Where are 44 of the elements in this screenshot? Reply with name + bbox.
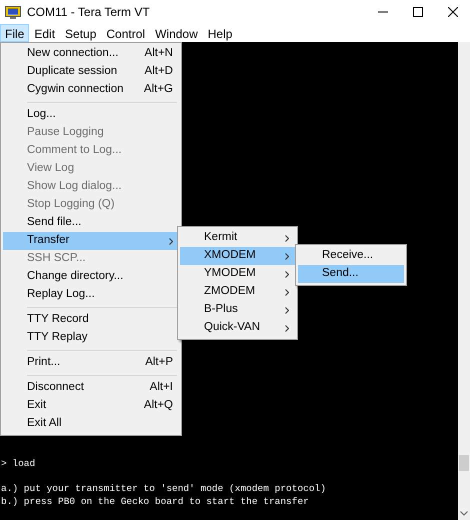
menu-bar-item[interactable]: File [0, 24, 30, 42]
menu-item[interactable]: Log... [3, 106, 179, 124]
shortcut-text: Alt+G [142, 82, 173, 98]
close-icon [448, 7, 458, 17]
menu-bar-item[interactable]: Window [150, 24, 203, 42]
menu-item[interactable]: Send file... [3, 214, 179, 232]
menu-item[interactable]: Exit All [3, 415, 179, 433]
menu-bar-item[interactable]: Setup [60, 24, 102, 42]
menu-item[interactable]: B-Plus [180, 301, 295, 319]
window-title: COM11 - Tera Term VT [27, 4, 150, 21]
app-icon [5, 6, 21, 18]
menu-item[interactable]: Quick-VAN [180, 319, 295, 337]
shortcut-text: Alt+I [148, 380, 173, 396]
shortcut-text: Alt+P [144, 355, 173, 370]
menu-item[interactable]: TTY Record [3, 311, 179, 329]
menu-item[interactable]: YMODEM [180, 265, 295, 283]
menu-item[interactable]: Cygwin connection Alt+G [3, 81, 179, 99]
menu-item[interactable]: Exit Alt+Q [3, 397, 179, 415]
menu-item[interactable]: Transfer [3, 232, 179, 250]
terminal-line: a.) put your transmitter to 'send' mode (xmodem protocol) [1, 483, 326, 496]
menu-item[interactable]: Send... [298, 265, 404, 283]
menu-item[interactable]: Receive... [298, 247, 404, 265]
menu-item[interactable]: TTY Replay [3, 329, 179, 347]
menu-item[interactable]: Duplicate session Alt+D [3, 63, 179, 81]
terminal-line: b.) press PB0 on the Gecko board to start the transfer [1, 496, 309, 508]
scroll-down-icon[interactable] [460, 510, 468, 516]
menu-item[interactable]: Disconnect Alt+I [3, 379, 179, 397]
menu-item[interactable]: ZMODEM [180, 283, 295, 301]
menu-bar-item[interactable]: Control [101, 24, 150, 42]
menu-bar-item[interactable]: Edit [29, 24, 60, 42]
menu-bar-item[interactable]: Help [202, 24, 238, 42]
menu-item[interactable]: Change directory... [3, 268, 179, 286]
terminal-line: > load [1, 458, 36, 470]
menu-item[interactable]: New connection... Alt+N [3, 45, 179, 63]
shortcut-text: Alt+D [144, 64, 173, 80]
menu-item[interactable]: XMODEM [180, 247, 295, 265]
menu-item[interactable]: Replay Log... [3, 286, 179, 304]
shortcut-text: Alt+Q [142, 398, 173, 414]
menu-item[interactable]: Kermit [180, 229, 295, 247]
vertical-scrollbar[interactable] [458, 42, 470, 520]
shortcut-text: Alt+N [144, 46, 173, 62]
menu-item[interactable]: Print... Alt+P [3, 354, 179, 372]
scroll-thumb[interactable] [459, 455, 469, 471]
maximize-icon [412, 7, 422, 17]
